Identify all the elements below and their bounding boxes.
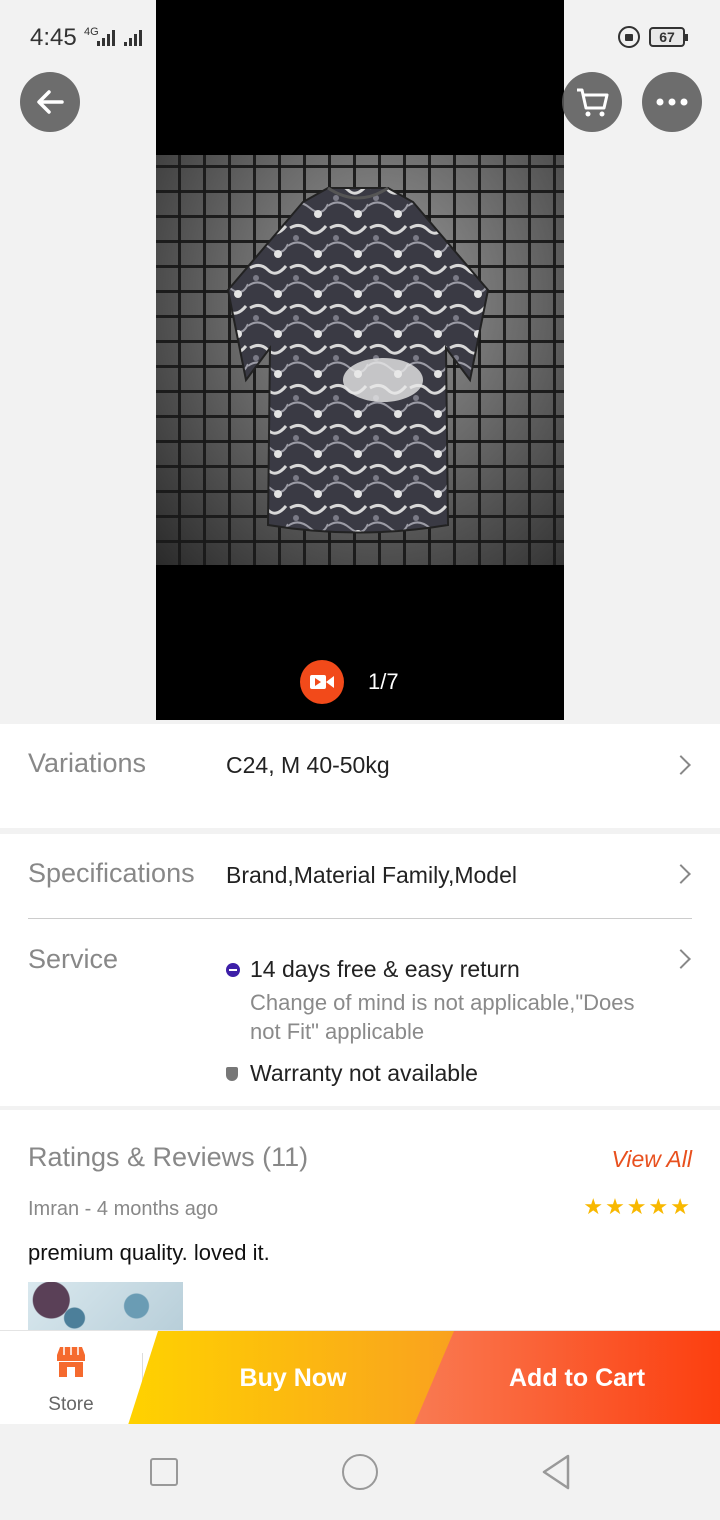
image-counter: 1/7 bbox=[368, 669, 399, 694]
variations-value: C24, M 40-50kg bbox=[226, 752, 390, 778]
return-note-line1: Change of mind is not applicable,"Does bbox=[250, 990, 635, 1015]
chevron-right-icon bbox=[671, 755, 691, 775]
variations-label: Variations bbox=[28, 748, 147, 778]
system-nav-bar bbox=[0, 1424, 720, 1520]
product-gallery[interactable]: 1/7 bbox=[156, 0, 564, 720]
specifications-label: Specifications bbox=[28, 858, 195, 888]
signal-icon-2 bbox=[124, 30, 142, 46]
video-play-button[interactable] bbox=[300, 660, 344, 704]
add-to-cart-button[interactable]: Add to Cart bbox=[414, 1331, 720, 1425]
chevron-right-icon bbox=[671, 949, 691, 969]
return-title: 14 days free & easy return bbox=[250, 956, 520, 982]
action-bar: Store Buy Now Add to Cart bbox=[0, 1330, 720, 1425]
add-to-cart-label: Add to Cart bbox=[509, 1364, 646, 1392]
product-image[interactable] bbox=[156, 155, 564, 565]
product-screen: { "status_bar": { "time": "4:45", "netwo… bbox=[0, 0, 720, 1520]
more-icon bbox=[656, 98, 688, 106]
divider bbox=[28, 918, 692, 919]
review-text: premium quality. loved it. bbox=[28, 1240, 270, 1265]
nav-back-icon[interactable] bbox=[540, 1454, 572, 1490]
view-all-link[interactable]: View All bbox=[611, 1146, 692, 1173]
store-icon bbox=[57, 1347, 85, 1377]
status-time: 4:45 bbox=[30, 24, 77, 51]
star-icon: ★ bbox=[605, 1194, 625, 1219]
back-arrow-icon bbox=[37, 90, 64, 114]
signal-icon bbox=[97, 30, 115, 46]
specifications-row[interactable]: Specifications Brand,Material Family,Mod… bbox=[0, 834, 720, 914]
service-label: Service bbox=[28, 944, 119, 974]
home-icon[interactable] bbox=[342, 1454, 378, 1490]
store-label: Store bbox=[48, 1394, 94, 1415]
recent-apps-icon[interactable] bbox=[150, 1458, 178, 1486]
buy-now-button[interactable]: Buy Now bbox=[128, 1331, 458, 1425]
warranty-text: Warranty not available bbox=[250, 1060, 478, 1086]
cart-button[interactable] bbox=[562, 72, 622, 132]
cart-icon bbox=[577, 88, 609, 117]
return-icon bbox=[226, 962, 240, 977]
star-icon: ★ bbox=[670, 1194, 690, 1219]
ratings-title: Ratings & Reviews (11) bbox=[28, 1142, 309, 1172]
review-author: Imran - 4 months ago bbox=[28, 1198, 219, 1220]
specifications-value: Brand,Material Family,Model bbox=[226, 862, 518, 888]
more-button[interactable] bbox=[642, 72, 702, 132]
chevron-right-icon bbox=[671, 864, 691, 884]
gallery-footer: 1/7 bbox=[300, 660, 399, 704]
back-button[interactable] bbox=[20, 72, 80, 132]
return-note-line2: not Fit" applicable bbox=[250, 1019, 425, 1044]
review-stars: ★ ★ ★ ★ ★ bbox=[583, 1196, 690, 1218]
star-icon: ★ bbox=[648, 1194, 669, 1219]
rotation-lock-icon bbox=[618, 26, 640, 48]
ratings-section: Ratings & Reviews (11) View All Imran - … bbox=[0, 1110, 720, 1330]
shield-icon bbox=[226, 1066, 238, 1081]
service-row[interactable]: Service 14 days free & easy return Chang… bbox=[0, 914, 720, 1106]
star-icon: ★ bbox=[626, 1194, 647, 1219]
star-icon: ★ bbox=[583, 1194, 604, 1219]
battery-icon: 67 bbox=[649, 27, 688, 47]
return-policy: 14 days free & easy return bbox=[226, 956, 520, 983]
store-button[interactable]: Store bbox=[0, 1331, 142, 1425]
shirt-illustration bbox=[226, 186, 490, 534]
review-photo[interactable] bbox=[28, 1282, 183, 1330]
variations-row[interactable]: Variations C24, M 40-50kg bbox=[0, 724, 720, 828]
warranty-info: Warranty not available bbox=[226, 1060, 478, 1087]
video-icon bbox=[310, 675, 334, 689]
